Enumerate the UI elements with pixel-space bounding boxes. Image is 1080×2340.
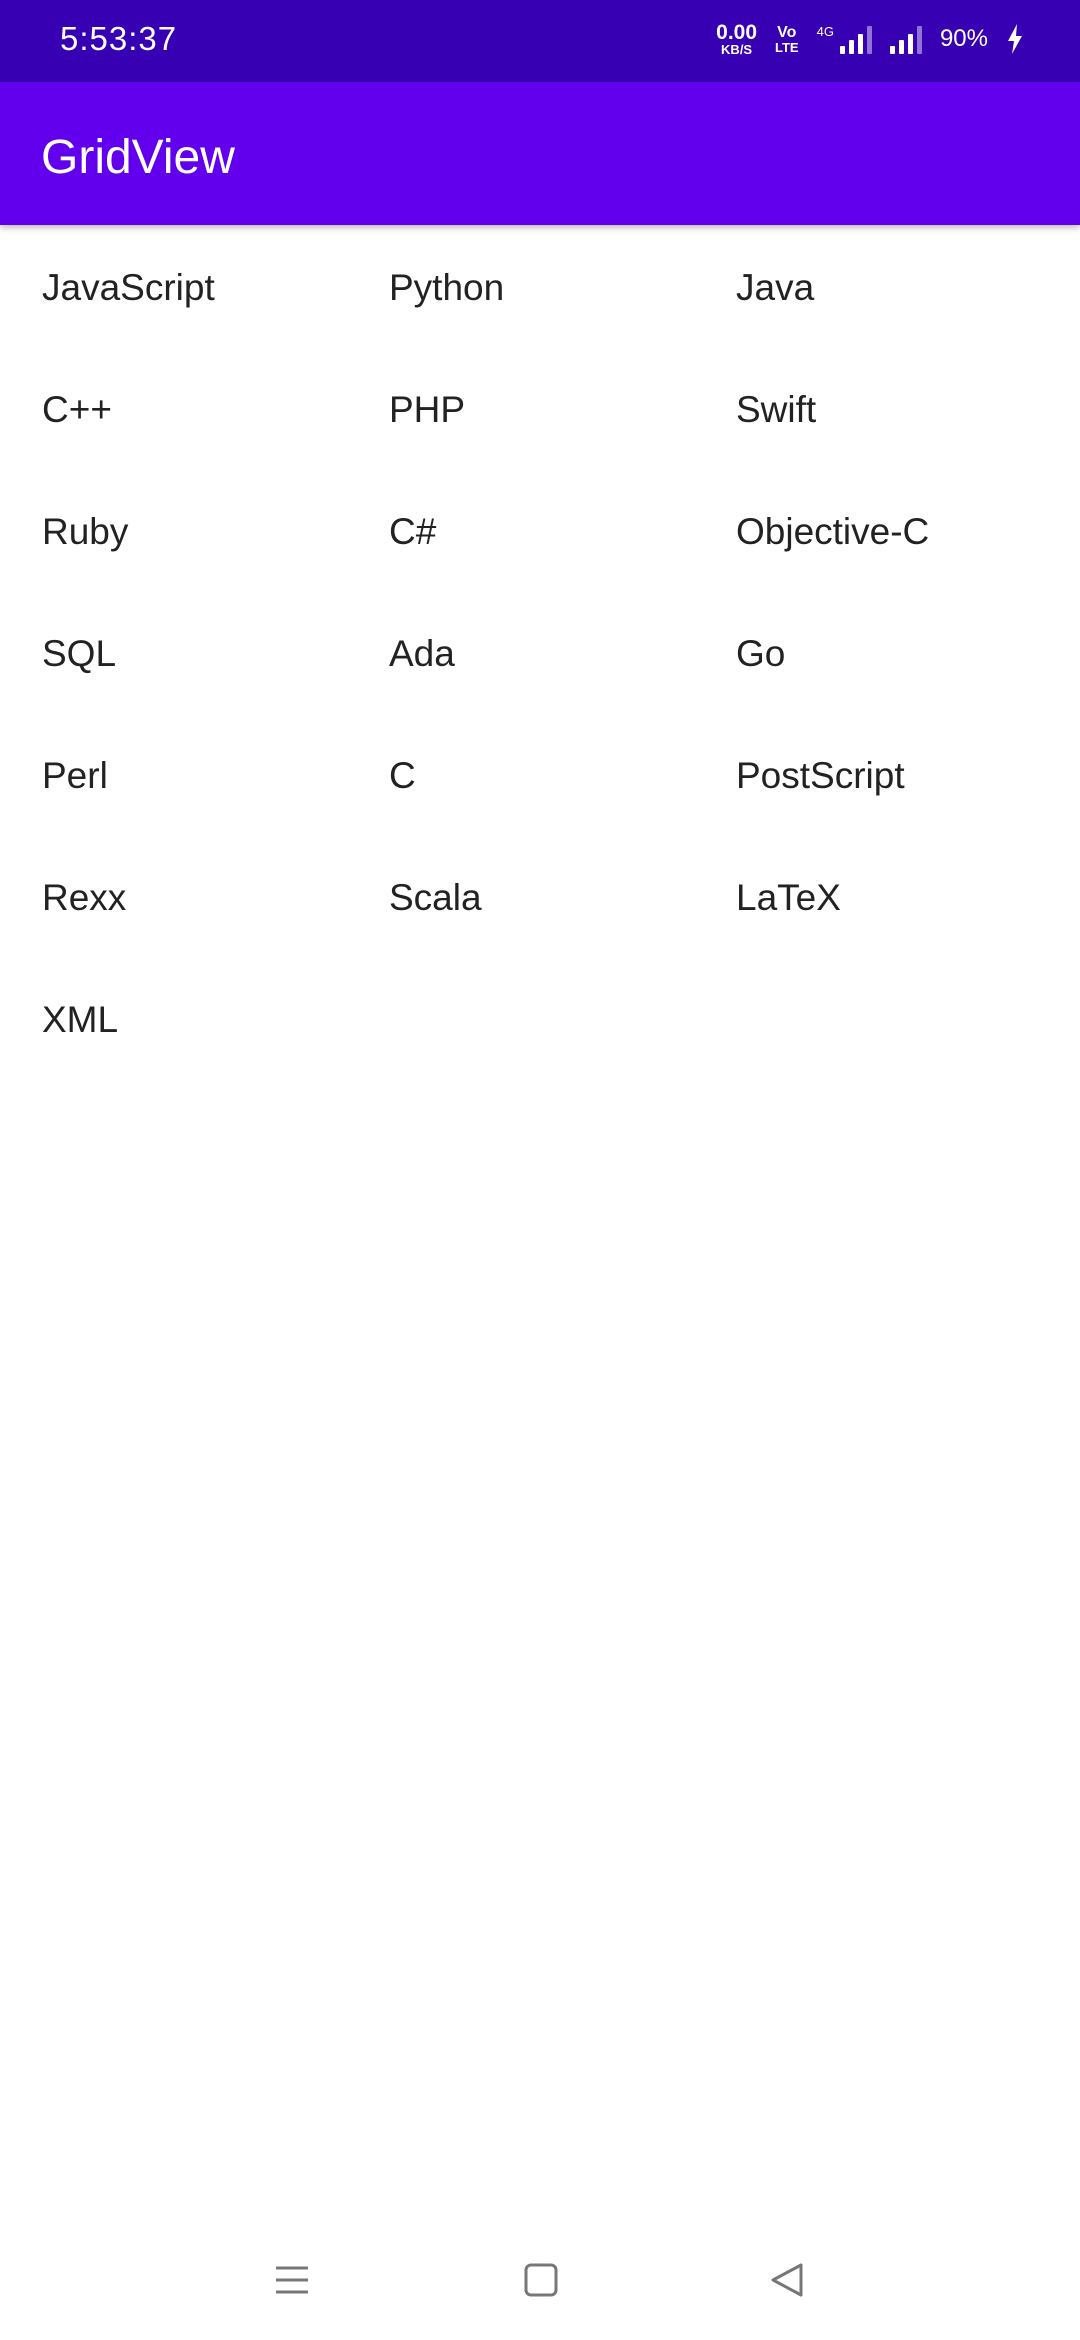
- grid-item-latex[interactable]: LaTeX: [694, 838, 1080, 960]
- signal-strength-icon: [889, 24, 922, 54]
- grid-item-perl[interactable]: Perl: [0, 716, 347, 838]
- net-speed-unit: KB/S: [721, 42, 753, 57]
- net-speed-value: 0.00: [716, 21, 758, 44]
- grid-item-cpp[interactable]: C++: [0, 350, 347, 472]
- net-speed-indicator: 0.00 KB/S: [716, 22, 757, 56]
- grid-item-javascript[interactable]: JavaScript: [0, 228, 347, 350]
- menu-icon[interactable]: [262, 2250, 322, 2310]
- grid-item-rexx[interactable]: Rexx: [0, 838, 347, 960]
- grid-item-java[interactable]: Java: [694, 228, 1080, 350]
- grid-item-ada[interactable]: Ada: [347, 594, 694, 716]
- app-bar: GridView: [0, 82, 1080, 225]
- grid-item-swift[interactable]: Swift: [694, 350, 1080, 472]
- volte-bottom: LTE: [775, 39, 799, 55]
- battery-percentage: 90%: [939, 25, 988, 52]
- back-icon[interactable]: [757, 2250, 817, 2310]
- status-icons: 0.00 KB/S Vo LTE 4G 90%: [716, 22, 1024, 56]
- grid-item-php[interactable]: PHP: [347, 350, 694, 472]
- grid-item-objective-c[interactable]: Objective-C: [694, 472, 1080, 594]
- page-title: GridView: [41, 131, 235, 184]
- grid-item-c[interactable]: C: [347, 716, 694, 838]
- status-time: 5:53:37: [60, 20, 178, 57]
- grid-item-csharp[interactable]: C#: [347, 472, 694, 594]
- grid-item-python[interactable]: Python: [347, 228, 694, 350]
- charging-bolt-icon: [1008, 24, 1022, 54]
- grid-item-sql[interactable]: SQL: [0, 594, 347, 716]
- language-grid: JavaScript Python Java C++ PHP Swift Rub…: [0, 228, 1080, 1082]
- navigation-bar: [0, 2220, 1080, 2340]
- volte-top: Vo: [777, 23, 797, 41]
- status-bar: 5:53:37 0.00 KB/S Vo LTE 4G 90%: [0, 0, 1080, 82]
- grid-item-postscript[interactable]: PostScript: [694, 716, 1080, 838]
- network-type: 4G: [816, 24, 834, 39]
- grid-item-xml[interactable]: XML: [0, 960, 347, 1082]
- grid-item-ruby[interactable]: Ruby: [0, 472, 347, 594]
- grid-item-scala[interactable]: Scala: [347, 838, 694, 960]
- volte-icon: Vo LTE: [775, 23, 799, 55]
- home-icon[interactable]: [511, 2250, 571, 2310]
- grid-item-go[interactable]: Go: [694, 594, 1080, 716]
- signal-4g-icon: 4G: [817, 24, 872, 54]
